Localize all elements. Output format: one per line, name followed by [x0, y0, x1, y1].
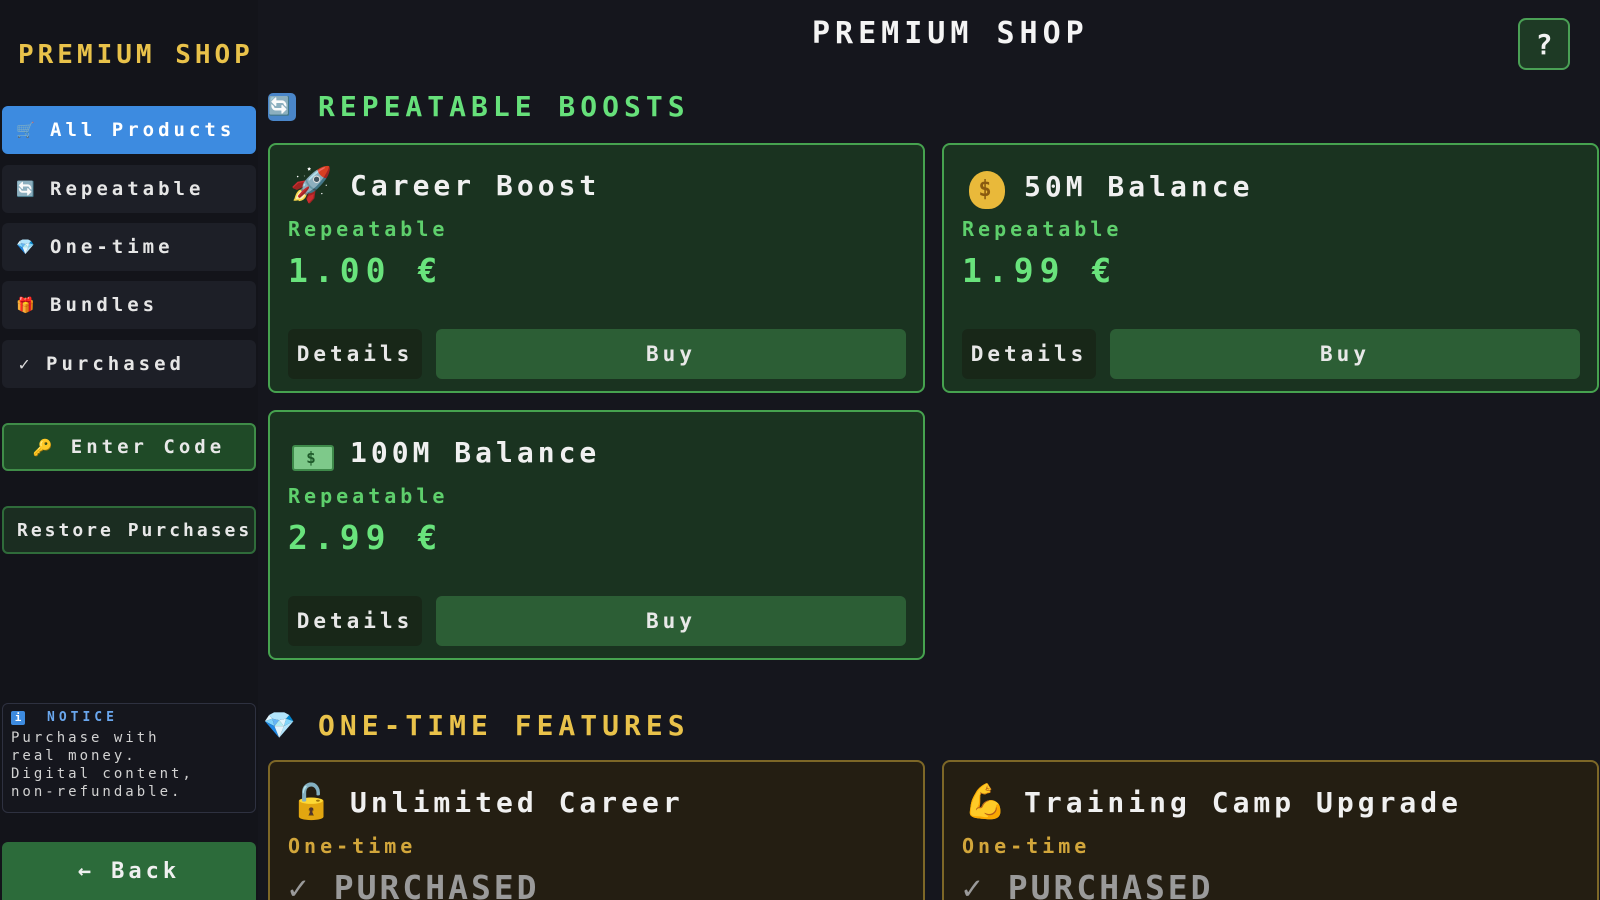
details-button[interactable]: Details	[288, 596, 422, 646]
restore-purchases-button[interactable]: Restore Purchases	[2, 506, 256, 554]
section-repeatable-header: 🔄 REPEATABLE BOOSTS	[268, 90, 690, 123]
product-header: $ 100M Balance	[290, 432, 600, 472]
sidebar-item-label: Bundles	[50, 294, 159, 316]
sidebar-item-bundles[interactable]: 🎁 Bundles	[2, 281, 256, 329]
product-card-career-boost: 🚀 Career Boost Repeatable 1.00 € Details…	[268, 143, 925, 393]
sidebar-item-repeatable[interactable]: 🔄 Repeatable	[2, 165, 256, 213]
banknote-icon: $	[290, 432, 336, 472]
product-type: One-time	[962, 834, 1091, 858]
product-name: 50M Balance	[1024, 170, 1254, 204]
repeat-icon: 🔄	[268, 92, 296, 121]
purchased-status: ✓ PURCHASED	[962, 868, 1214, 900]
flexed-arm-icon: 💪	[964, 782, 1011, 822]
product-card-training-camp-upgrade: 💪 Training Camp Upgrade One-time ✓ PURCH…	[942, 760, 1599, 900]
repeat-icon: 🔄	[16, 180, 39, 198]
details-button[interactable]: Details	[288, 329, 422, 379]
sidebar-item-label: Repeatable	[50, 178, 205, 200]
money-bag-glyph: $	[969, 170, 1005, 209]
product-card-unlimited-career: 🔓 Unlimited Career One-time ✓ PURCHASED	[268, 760, 925, 900]
back-label: Back	[111, 858, 181, 884]
gem-icon: 💎	[16, 238, 39, 256]
product-price: 1.99 €	[962, 251, 1118, 290]
product-card-100m-balance: $ 100M Balance Repeatable 2.99 € Details…	[268, 410, 925, 660]
product-price: 1.00 €	[288, 251, 444, 290]
product-header: $ 50M Balance	[964, 165, 1253, 209]
sidebar-item-purchased[interactable]: ✓ Purchased	[2, 340, 256, 388]
money-bag-icon: $	[964, 165, 1010, 209]
restore-purchases-label: Restore Purchases	[17, 519, 253, 541]
banknote-glyph: $	[292, 444, 334, 471]
product-type: One-time	[288, 834, 417, 858]
product-name: Unlimited Career	[350, 785, 684, 819]
product-name: Career Boost	[350, 168, 601, 202]
sidebar-title: PREMIUM SHOP	[18, 40, 254, 70]
arrow-left-icon: ←	[77, 858, 96, 884]
section-onetime-header: 💎 ONE-TIME FEATURES	[263, 709, 690, 742]
sidebar-item-label: One-time	[50, 236, 174, 258]
page-title: PREMIUM SHOP	[812, 16, 1089, 51]
enter-code-button[interactable]: 🔑 Enter Code	[2, 423, 256, 471]
product-name: Training Camp Upgrade	[1024, 785, 1463, 819]
cart-icon: 🛒	[16, 121, 39, 139]
enter-code-label: Enter Code	[70, 436, 226, 458]
buy-button[interactable]: Buy	[436, 596, 906, 646]
product-card-50m-balance: $ 50M Balance Repeatable 1.99 € Details …	[942, 143, 1599, 393]
info-icon: i	[11, 710, 25, 725]
back-button[interactable]: ← Back	[2, 842, 256, 900]
sidebar-item-label: Purchased	[46, 353, 185, 375]
key-icon: 🔑	[32, 437, 57, 457]
sidebar-item-all-products[interactable]: 🛒 All Products	[2, 106, 256, 154]
sidebar-item-one-time[interactable]: 💎 One-time	[2, 223, 256, 271]
product-type: Repeatable	[962, 217, 1123, 241]
unlock-icon: 🔓	[290, 782, 337, 822]
section-title: REPEATABLE BOOSTS	[318, 90, 690, 123]
product-header: 🔓 Unlimited Career	[290, 782, 684, 822]
product-price: 2.99 €	[288, 518, 444, 557]
check-icon: ✓	[18, 353, 34, 375]
product-name: 100M Balance	[350, 435, 601, 469]
product-header: 💪 Training Camp Upgrade	[964, 782, 1462, 822]
notice-box: i NOTICE Purchase with real money. Digit…	[2, 703, 256, 813]
notice-text: Purchase with real money. Digital conten…	[11, 730, 194, 800]
gem-icon: 💎	[263, 710, 301, 741]
buy-button[interactable]: Buy	[1110, 329, 1580, 379]
buy-button[interactable]: Buy	[436, 329, 906, 379]
help-button[interactable]: ?	[1518, 18, 1570, 70]
rocket-icon: 🚀	[290, 165, 337, 205]
details-button[interactable]: Details	[962, 329, 1096, 379]
product-type: Repeatable	[288, 217, 449, 241]
purchased-status: ✓ PURCHASED	[288, 868, 540, 900]
product-header: 🚀 Career Boost	[290, 165, 600, 205]
product-type: Repeatable	[288, 484, 449, 508]
notice-header: i NOTICE	[11, 710, 247, 725]
section-title: ONE-TIME FEATURES	[318, 709, 690, 742]
sidebar-item-label: All Products	[50, 119, 236, 141]
notice-title: NOTICE	[47, 710, 118, 725]
help-icon: ?	[1535, 27, 1553, 61]
gift-icon: 🎁	[16, 296, 39, 314]
sidebar: PREMIUM SHOP 🛒 All Products 🔄 Repeatable…	[0, 0, 258, 900]
